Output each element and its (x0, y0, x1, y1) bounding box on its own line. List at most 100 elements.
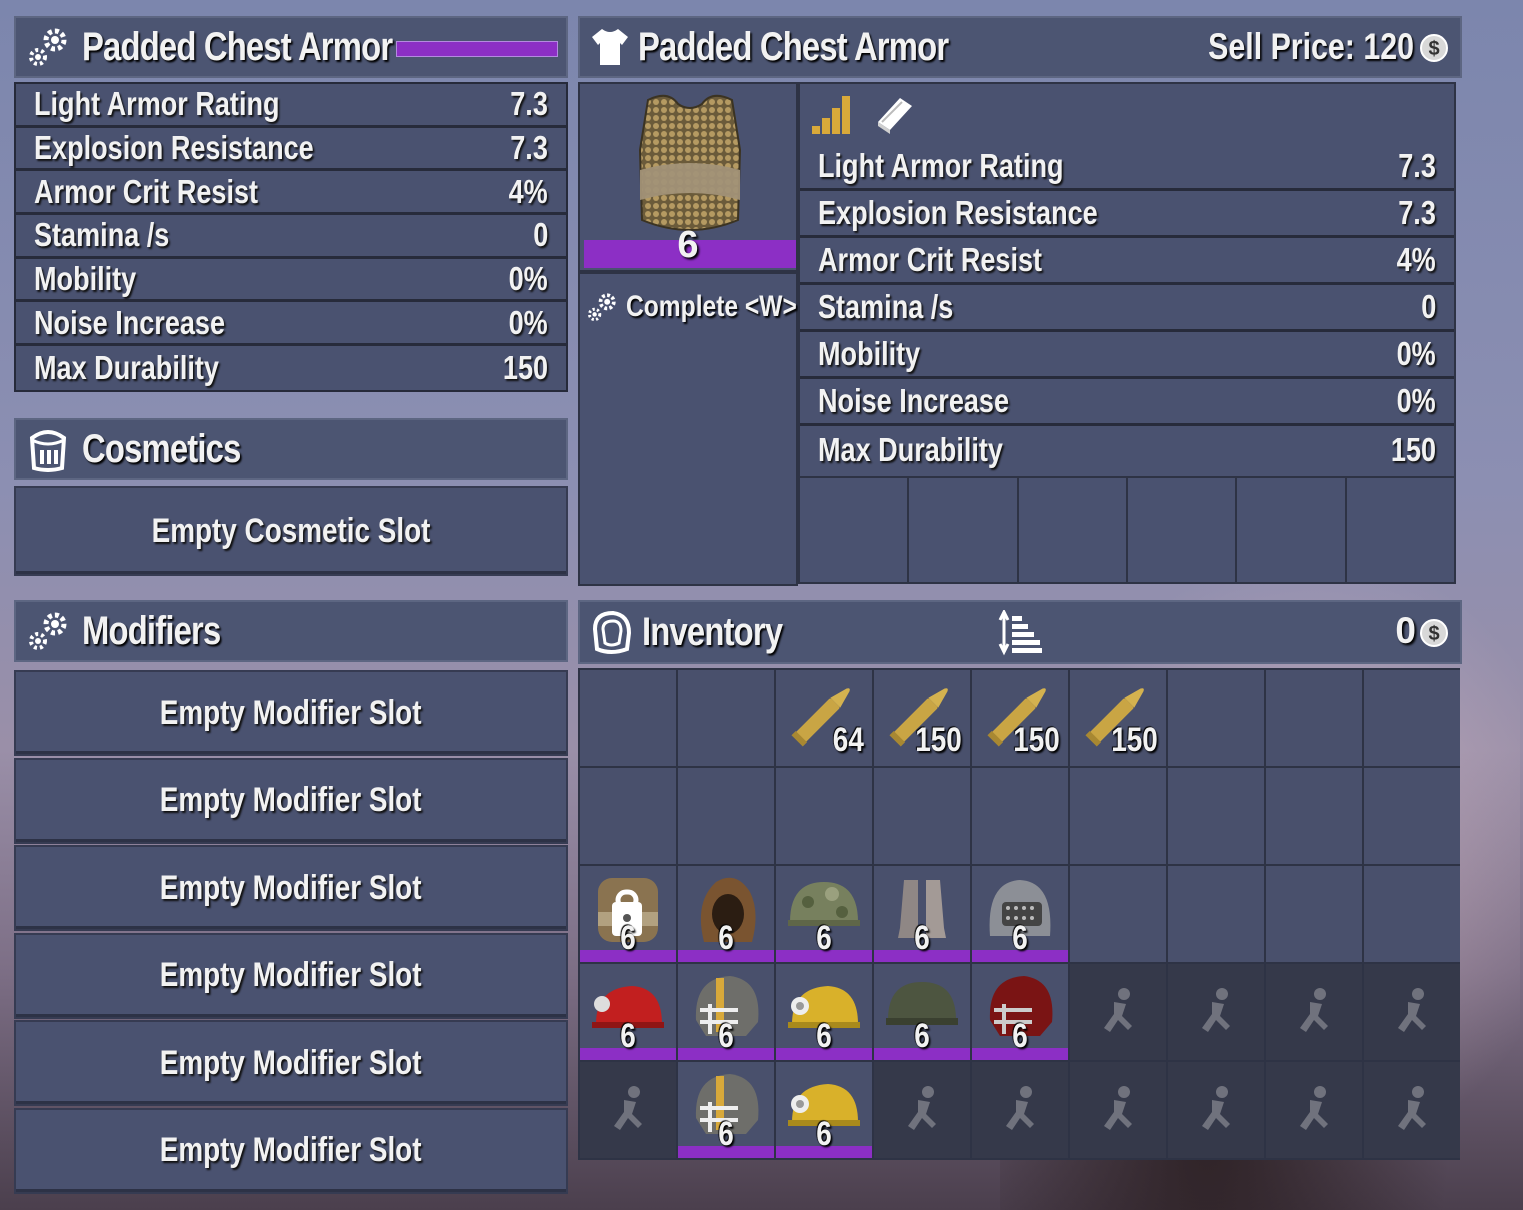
inventory-slot[interactable]: 6 (776, 964, 872, 1060)
inventory-slot[interactable]: 64 (776, 670, 872, 766)
inventory-slot-empty[interactable] (1168, 866, 1264, 962)
inventory-slot-locked (1168, 964, 1264, 1060)
stat-row: Explosion Resistance 7.3 (800, 191, 1454, 238)
modifier-slot-label: Empty Modifier Slot (160, 1131, 422, 1169)
inventory-slot[interactable]: 6 (776, 866, 872, 962)
modifier-slot[interactable]: Empty Modifier Slot (14, 1020, 568, 1106)
dukes-coin-icon: $ (1418, 32, 1450, 64)
inventory-slot-empty[interactable] (678, 670, 774, 766)
quality-bars-icon[interactable] (810, 92, 854, 136)
inventory-slot-empty[interactable] (1168, 768, 1264, 864)
inventory-slot[interactable]: 6 (874, 866, 970, 962)
modifier-slot[interactable]: Empty Modifier Slot (14, 670, 568, 756)
paint-bucket-icon (26, 425, 70, 473)
inventory-slot-locked (1070, 964, 1166, 1060)
stat-label: Explosion Resistance (34, 129, 314, 167)
locked-slot-icon (1390, 1084, 1434, 1136)
modifier-slot-label: Empty Modifier Slot (160, 693, 422, 732)
book-icon[interactable] (872, 92, 916, 136)
inventory-slot-empty[interactable] (678, 768, 774, 864)
inventory-slot[interactable]: 6 (972, 866, 1068, 962)
cosmetics-header: Cosmetics (14, 418, 568, 480)
inventory-slot-locked (1266, 964, 1362, 1060)
item-extra-slots (798, 476, 1456, 584)
inventory-slot-empty[interactable] (1168, 670, 1264, 766)
stat-value: 7.3 (1398, 194, 1436, 231)
stat-label: Max Durability (818, 430, 1003, 468)
inventory-slot[interactable]: 6 (678, 866, 774, 962)
inventory-slot-empty[interactable] (1266, 866, 1362, 962)
inventory-slot-locked (580, 1062, 676, 1158)
stat-row: Light Armor Rating 7.3 (800, 144, 1454, 191)
sort-icon[interactable] (998, 610, 1044, 656)
locked-slot-icon (1292, 1084, 1336, 1136)
extra-slot[interactable] (1018, 478, 1126, 582)
inventory-slot-locked (1168, 1062, 1264, 1158)
stat-row: Light Armor Rating 7.3 (16, 84, 566, 128)
inventory-slot-empty[interactable] (874, 768, 970, 864)
inventory-slot-empty[interactable] (1070, 866, 1166, 962)
inventory-slot-empty[interactable] (972, 768, 1068, 864)
extra-slot[interactable] (1346, 478, 1454, 582)
inventory-slot-empty[interactable] (1266, 768, 1362, 864)
inventory-slot[interactable]: 150 (874, 670, 970, 766)
locked-slot-icon (900, 1084, 944, 1136)
locked-slot-icon (1292, 986, 1336, 1038)
cosmetic-slot[interactable]: Empty Cosmetic Slot (14, 486, 568, 576)
stat-row: Armor Crit Resist 4% (16, 171, 566, 216)
stat-value: 7.3 (510, 85, 548, 123)
inventory-slot-empty[interactable] (1364, 670, 1460, 766)
complete-action-button[interactable]: Complete <W> (584, 284, 834, 330)
inventory-slot-empty[interactable] (776, 768, 872, 864)
inventory-slot[interactable]: 6 (776, 1062, 872, 1158)
inventory-slot-empty[interactable] (580, 768, 676, 864)
inventory-slot[interactable]: 150 (972, 670, 1068, 766)
quality-value: 6 (1012, 919, 1028, 957)
locked-slot-icon (1390, 986, 1434, 1038)
stat-value: 0 (532, 216, 548, 254)
inventory-slot-empty[interactable] (580, 670, 676, 766)
inventory-slot[interactable]: 6 (874, 964, 970, 1060)
stack-count: 64 (832, 721, 864, 759)
gears-icon (584, 289, 620, 325)
stat-value: 150 (1390, 430, 1436, 468)
inventory-grid: 64 150 150 150 6 6 6 6 6 6 6 6 6 6 6 6 (578, 668, 1460, 1160)
quality-value: 6 (620, 919, 636, 957)
stat-label: Explosion Resistance (818, 194, 1098, 231)
svg-text:$: $ (1428, 38, 1439, 60)
sell-price-label: Sell Price: 120 (1208, 26, 1414, 67)
extra-slot[interactable] (1128, 478, 1236, 582)
modifier-slot[interactable]: Empty Modifier Slot (14, 757, 568, 844)
inventory-slot-empty[interactable] (1364, 768, 1460, 864)
stat-row: Max Durability 150 (800, 426, 1454, 473)
item-preview-divider (580, 270, 796, 274)
stat-label: Mobility (818, 335, 921, 372)
inventory-slot-empty[interactable] (1070, 768, 1166, 864)
modifier-slot[interactable]: Empty Modifier Slot (14, 932, 568, 1019)
shirt-icon (588, 23, 632, 71)
left-item-title: Padded Chest Armor (82, 24, 393, 69)
item-quality-value: 6 (677, 224, 699, 266)
quality-value: 6 (816, 919, 832, 957)
extra-slot[interactable] (1237, 478, 1345, 582)
quality-value: 6 (620, 1017, 636, 1055)
inventory-slot-empty[interactable] (1266, 670, 1362, 766)
inventory-slot-empty[interactable] (1364, 866, 1460, 962)
modifier-slot[interactable]: Empty Modifier Slot (14, 1107, 568, 1194)
inventory-slot[interactable]: 150 (1070, 670, 1166, 766)
svg-text:$: $ (1428, 623, 1439, 645)
modifier-slot-label: Empty Modifier Slot (160, 1043, 422, 1082)
complete-action-label: Complete <W> (626, 290, 797, 323)
stat-label: Light Armor Rating (34, 85, 280, 123)
inventory-slot[interactable]: 6 (678, 1062, 774, 1158)
inventory-slot[interactable]: 6 (678, 964, 774, 1060)
inventory-slot[interactable]: 6 (972, 964, 1068, 1060)
modifier-slot[interactable]: Empty Modifier Slot (14, 845, 568, 931)
stat-row: Mobility 0% (16, 258, 566, 303)
inventory-slot[interactable]: 6 (580, 964, 676, 1060)
stat-label: Stamina /s (818, 288, 954, 325)
extra-slot[interactable] (800, 478, 908, 582)
inventory-slot[interactable]: 6 (580, 866, 676, 962)
dukes-coin-icon: $ (1418, 617, 1450, 649)
extra-slot[interactable] (909, 478, 1017, 582)
